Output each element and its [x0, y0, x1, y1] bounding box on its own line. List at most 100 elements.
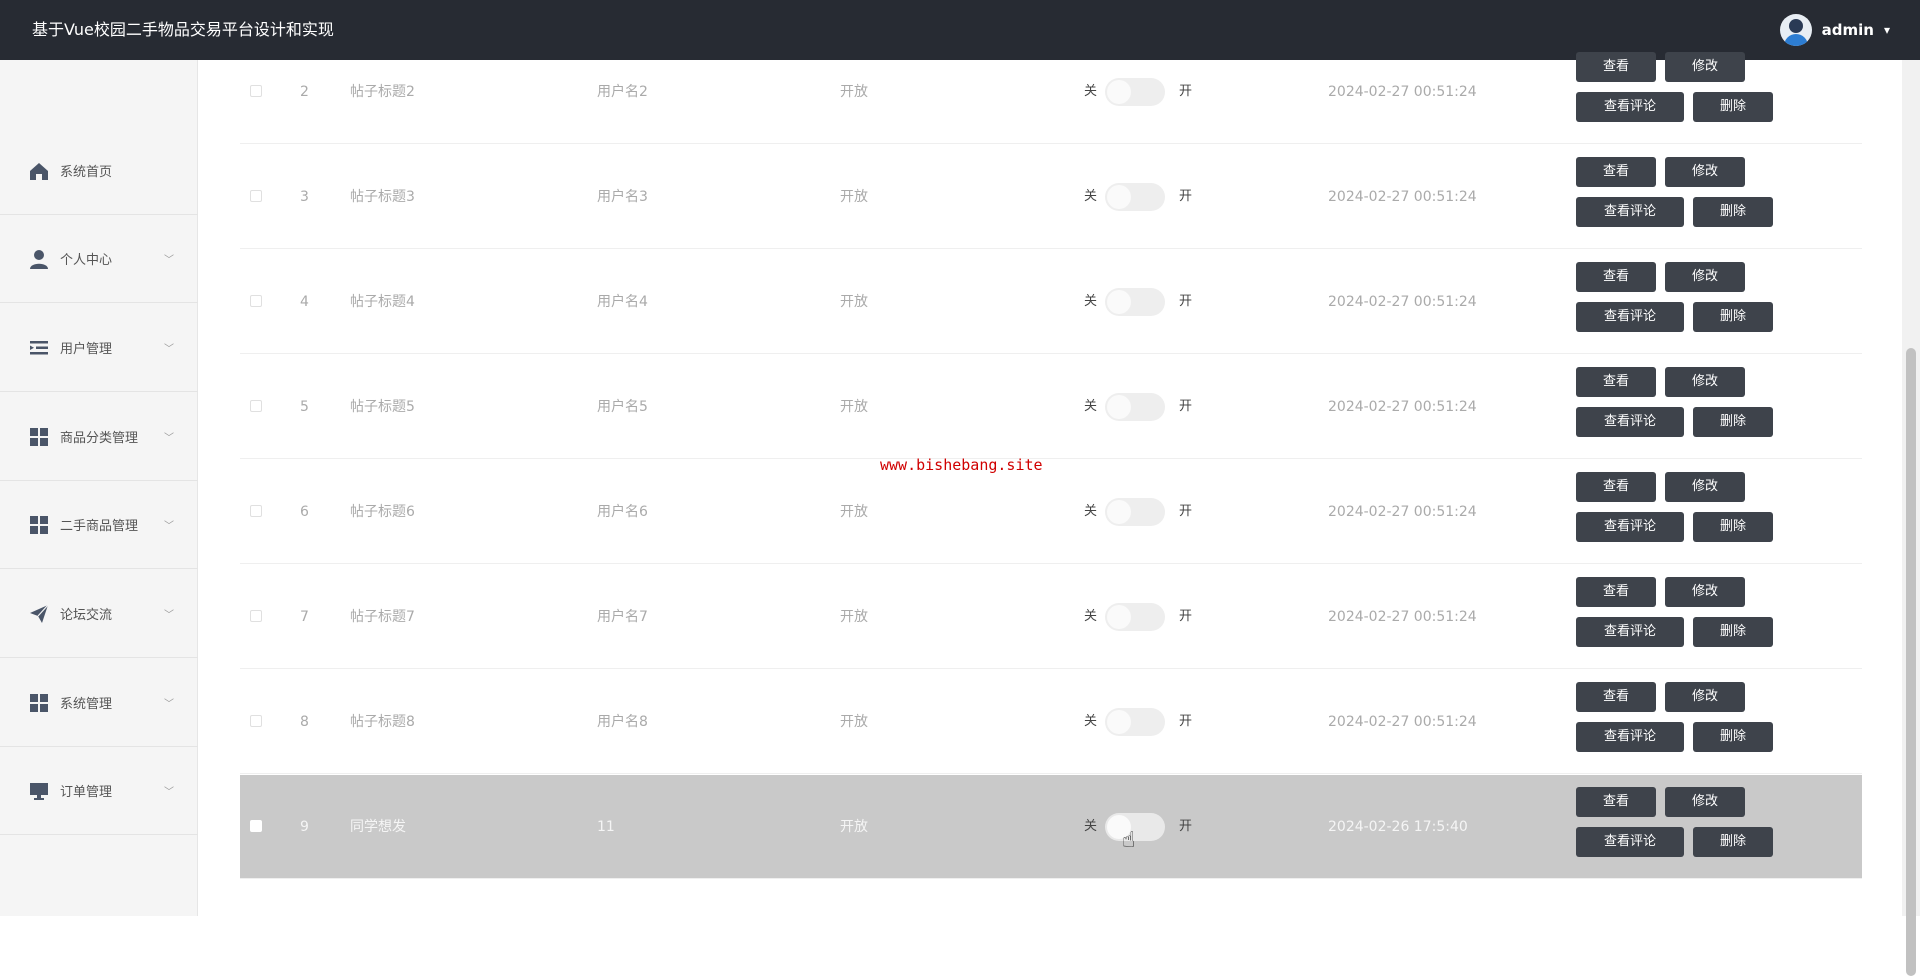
sidebar-item-label: 订单管理: [60, 785, 113, 800]
view-button[interactable]: 查看: [1576, 52, 1656, 82]
view-button[interactable]: 查看: [1576, 367, 1656, 397]
status-toggle-switch[interactable]: [1105, 393, 1165, 421]
delete-button[interactable]: 删除: [1693, 407, 1773, 437]
delete-button[interactable]: 删除: [1693, 92, 1773, 122]
switch-off-label: 关: [1084, 714, 1098, 729]
username-label[interactable]: admin: [1822, 21, 1874, 39]
view-button[interactable]: 查看: [1576, 787, 1656, 817]
switch-off-label: 关: [1084, 294, 1098, 309]
edit-button[interactable]: 修改: [1665, 157, 1745, 187]
sidebar-item-goods-management[interactable]: 二手商品管理 ﹀: [0, 481, 198, 569]
delete-button[interactable]: 删除: [1693, 722, 1773, 752]
row-checkbox[interactable]: [250, 190, 262, 202]
post-username: 用户名8: [597, 714, 648, 730]
view-comments-button[interactable]: 查看评论: [1576, 92, 1684, 122]
status-toggle-switch[interactable]: [1105, 288, 1165, 316]
table-row: 4 帖子标题4 用户名4 开放 关 开 2024-02-27 00:51:24 查看 修改 查看评…: [240, 250, 1862, 354]
paper-plane-icon: [30, 604, 49, 623]
hand-pointer-icon: ☝: [1122, 828, 1136, 853]
switch-off-label: 关: [1084, 399, 1098, 414]
sidebar-item-system-management[interactable]: 系统管理 ﹀: [0, 659, 198, 747]
switch-off-label: 关: [1084, 609, 1098, 624]
view-comments-button[interactable]: 查看评论: [1576, 197, 1684, 227]
view-comments-button[interactable]: 查看评论: [1576, 512, 1684, 542]
post-status: 开放: [840, 609, 868, 625]
table-row: 6 帖子标题6 用户名6 开放 关 开 2024-02-27 00:51:24 查看 修改 查看评…: [240, 460, 1862, 564]
sidebar-item-order-management[interactable]: 订单管理 ﹀: [0, 747, 198, 835]
view-comments-button[interactable]: 查看评论: [1576, 617, 1684, 647]
view-button[interactable]: 查看: [1576, 472, 1656, 502]
switch-off-label: 关: [1084, 84, 1098, 99]
row-checkbox[interactable]: [250, 820, 262, 832]
delete-button[interactable]: 删除: [1693, 302, 1773, 332]
view-comments-button[interactable]: 查看评论: [1576, 827, 1684, 857]
sidebar-item-category-management[interactable]: 商品分类管理 ﹀: [0, 393, 198, 481]
post-status: 开放: [840, 189, 868, 205]
view-button[interactable]: 查看: [1576, 682, 1656, 712]
row-checkbox[interactable]: [250, 400, 262, 412]
post-username: 用户名7: [597, 609, 648, 625]
post-time: 2024-02-27 00:51:24: [1328, 399, 1477, 415]
chevron-down-icon: ﹀: [164, 699, 174, 710]
post-time: 2024-02-27 00:51:24: [1328, 294, 1477, 310]
sidebar-item-user-management[interactable]: 用户管理 ﹀: [0, 304, 198, 392]
status-toggle-switch[interactable]: [1105, 603, 1165, 631]
post-title: 帖子标题2: [350, 84, 415, 100]
caret-down-icon[interactable]: ▾: [1884, 23, 1890, 37]
edit-button[interactable]: 修改: [1665, 472, 1745, 502]
row-checkbox[interactable]: [250, 610, 262, 622]
switch-on-label: 开: [1179, 84, 1193, 99]
switch-on-label: 开: [1179, 714, 1193, 729]
edit-button[interactable]: 修改: [1665, 787, 1745, 817]
view-button[interactable]: 查看: [1576, 577, 1656, 607]
post-title: 帖子标题4: [350, 294, 415, 310]
post-status: 开放: [840, 399, 868, 415]
delete-button[interactable]: 删除: [1693, 197, 1773, 227]
sidebar-item-label: 个人中心: [60, 253, 113, 268]
table-row: 8 帖子标题8 用户名8 开放 关 开 2024-02-27 00:51:24 查看 修改 查看评…: [240, 670, 1862, 774]
vertical-scrollbar[interactable]: [1902, 60, 1920, 976]
edit-button[interactable]: 修改: [1665, 367, 1745, 397]
table-row: 2 帖子标题2 用户名2 开放 关 开 2024-02-27 00:51:24 查看 修改 查看评…: [240, 40, 1862, 144]
post-title: 帖子标题6: [350, 504, 415, 520]
view-comments-button[interactable]: 查看评论: [1576, 722, 1684, 752]
view-button[interactable]: 查看: [1576, 157, 1656, 187]
status-toggle-switch[interactable]: [1105, 78, 1165, 106]
switch-on-label: 开: [1179, 504, 1193, 519]
status-toggle-switch[interactable]: [1105, 708, 1165, 736]
row-checkbox[interactable]: [250, 85, 262, 97]
post-username: 用户名3: [597, 189, 648, 205]
row-checkbox[interactable]: [250, 295, 262, 307]
sidebar-item-personal-center[interactable]: 个人中心 ﹀: [0, 215, 198, 303]
table-row: 3 帖子标题3 用户名3 开放 关 开 2024-02-27 00:51:24 查看 修改 查看评…: [240, 145, 1862, 249]
row-index: 9: [300, 819, 309, 835]
sidebar-item-home[interactable]: 系统首页: [0, 127, 198, 215]
edit-button[interactable]: 修改: [1665, 682, 1745, 712]
delete-button[interactable]: 删除: [1693, 827, 1773, 857]
delete-button[interactable]: 删除: [1693, 512, 1773, 542]
post-username: 用户名5: [597, 399, 648, 415]
edit-button[interactable]: 修改: [1665, 52, 1745, 82]
edit-button[interactable]: 修改: [1665, 262, 1745, 292]
view-button[interactable]: 查看: [1576, 262, 1656, 292]
post-time: 2024-02-27 00:51:24: [1328, 84, 1477, 100]
delete-button[interactable]: 删除: [1693, 617, 1773, 647]
view-comments-button[interactable]: 查看评论: [1576, 407, 1684, 437]
sidebar-item-label: 二手商品管理: [60, 519, 139, 534]
status-toggle-switch[interactable]: [1105, 498, 1165, 526]
chevron-down-icon: ﹀: [164, 433, 174, 444]
row-checkbox[interactable]: [250, 505, 262, 517]
status-toggle-switch[interactable]: [1105, 183, 1165, 211]
switch-off-label: 关: [1084, 504, 1098, 519]
post-time: 2024-02-27 00:51:24: [1328, 714, 1477, 730]
sidebar-item-label: 论坛交流: [60, 608, 113, 623]
row-index: 6: [300, 504, 309, 520]
row-checkbox[interactable]: [250, 715, 262, 727]
post-time: 2024-02-27 00:51:24: [1328, 504, 1477, 520]
edit-button[interactable]: 修改: [1665, 577, 1745, 607]
chevron-down-icon: ﹀: [164, 787, 174, 798]
scrollbar-thumb[interactable]: [1906, 348, 1916, 976]
grid-icon: [30, 515, 48, 534]
view-comments-button[interactable]: 查看评论: [1576, 302, 1684, 332]
sidebar-item-forum[interactable]: 论坛交流 ﹀: [0, 570, 198, 658]
